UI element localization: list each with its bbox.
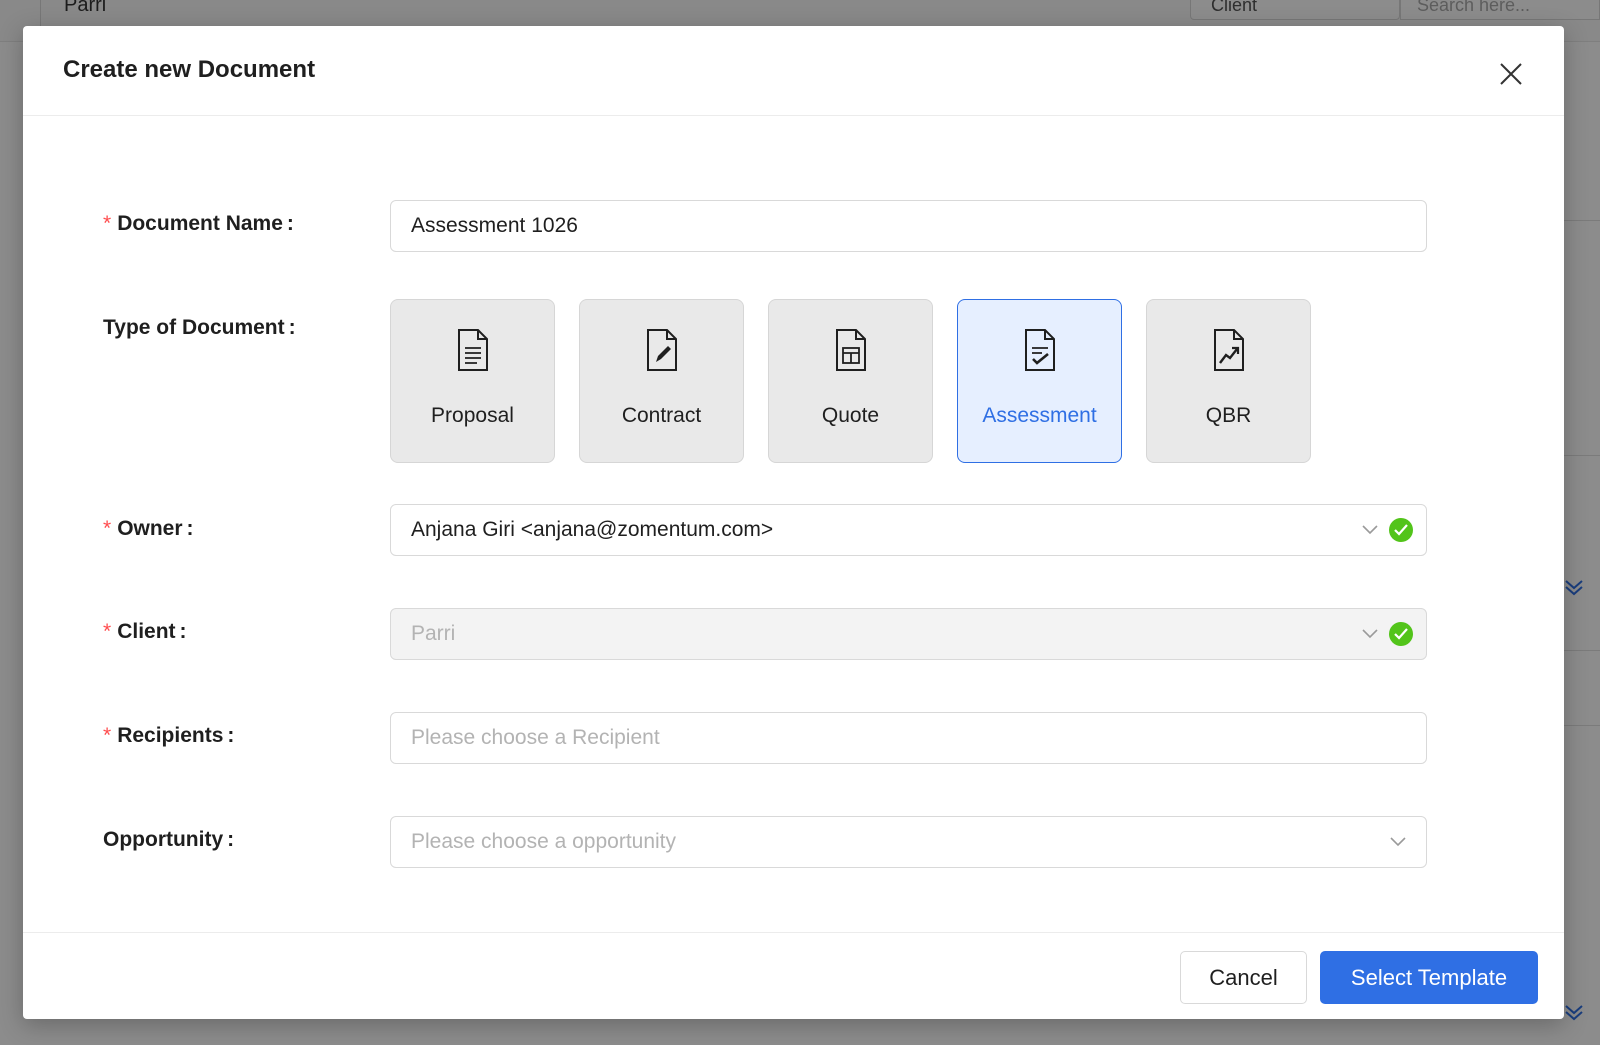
doc-type-label: Contract xyxy=(621,404,702,427)
document-lines-icon xyxy=(458,329,488,371)
document-table-icon xyxy=(836,329,866,371)
chevron-down-icon xyxy=(1362,525,1378,535)
document-type-selector: Proposal Contract Quote Assessment QBR xyxy=(390,299,1311,463)
document-name-label: * Document Name: xyxy=(103,212,294,235)
owner-label: * Owner: xyxy=(103,517,194,540)
close-icon[interactable] xyxy=(1499,62,1523,86)
opportunity-select[interactable]: Please choose a opportunity xyxy=(390,816,1427,868)
opportunity-label: Opportunity: xyxy=(103,828,235,851)
owner-select[interactable]: Anjana Giri <anjana@zomentum.com> xyxy=(390,504,1427,556)
doc-type-label: QBR xyxy=(1205,404,1252,427)
document-check-icon xyxy=(1025,329,1055,371)
success-check-icon xyxy=(1389,622,1413,646)
modal-footer: Cancel Select Template xyxy=(23,932,1564,1019)
cancel-button[interactable]: Cancel xyxy=(1180,951,1307,1004)
client-select[interactable]: Parri xyxy=(390,608,1427,660)
success-check-icon xyxy=(1389,518,1413,542)
chevron-down-icon xyxy=(1362,629,1378,639)
doc-type-proposal[interactable]: Proposal xyxy=(390,299,555,463)
document-pen-icon xyxy=(647,329,677,371)
recipients-label: * Recipients: xyxy=(103,724,235,747)
recipients-select[interactable]: Please choose a Recipient xyxy=(390,712,1427,764)
chevron-down-icon xyxy=(1390,837,1406,847)
doc-type-assessment[interactable]: Assessment xyxy=(957,299,1122,463)
required-asterisk: * xyxy=(103,517,112,540)
type-of-document-label: Type of Document: xyxy=(103,316,296,339)
document-name-input[interactable]: Assessment 1026 xyxy=(390,200,1427,252)
create-document-modal: Create new Document * Document Name: Asse… xyxy=(23,26,1564,1019)
modal-title: Create new Document xyxy=(63,56,316,83)
doc-type-quote[interactable]: Quote xyxy=(768,299,933,463)
document-chart-icon xyxy=(1214,329,1244,371)
required-asterisk: * xyxy=(103,724,112,747)
required-asterisk: * xyxy=(103,620,112,643)
doc-type-qbr[interactable]: QBR xyxy=(1146,299,1311,463)
modal-header: Create new Document xyxy=(23,26,1564,116)
doc-type-label: Proposal xyxy=(431,404,514,427)
doc-type-label: Assessment xyxy=(982,404,1097,427)
doc-type-contract[interactable]: Contract xyxy=(579,299,744,463)
doc-type-label: Quote xyxy=(821,404,880,427)
select-template-button[interactable]: Select Template xyxy=(1320,951,1538,1004)
client-label: * Client: xyxy=(103,620,187,643)
required-asterisk: * xyxy=(103,212,112,235)
